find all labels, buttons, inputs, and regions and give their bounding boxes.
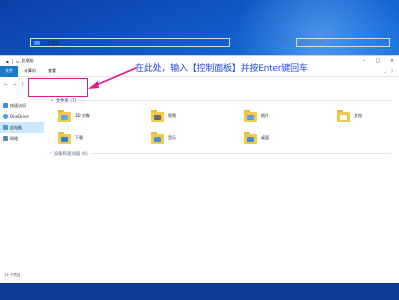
address-path: 此电脑 — [47, 39, 60, 45]
folder-item[interactable]: 桌面 — [244, 129, 337, 147]
folder-item[interactable]: 下载 — [58, 129, 151, 147]
group-divider — [78, 100, 391, 101]
quick-access-toolbar-icon[interactable]: ▪ — [6, 59, 9, 64]
tab-file[interactable]: 文件 — [0, 65, 18, 77]
folder-label: 下载 — [75, 135, 83, 140]
close-button[interactable]: × — [385, 56, 399, 66]
search-placeholder: 搜索"此电脑" — [304, 40, 326, 44]
folder-grid: 3D 对象 视频 图片 文档下载 音乐 桌面 — [44, 105, 399, 147]
sidebar-item-quick-access[interactable]: 快速访问 — [0, 100, 44, 111]
address-bar[interactable]: › 此电脑 — [30, 38, 230, 47]
sidebar-item-label: 此电脑 — [10, 124, 22, 130]
folder-label: 桌面 — [261, 135, 269, 140]
ribbon-expand-icon[interactable]: ⌄ — [384, 69, 387, 74]
instruction-annotation: 在此处，输入【控制面板】并按Enter键回车 — [135, 64, 308, 74]
folder-item[interactable]: 文档 — [337, 107, 399, 125]
download-icon — [58, 132, 71, 144]
folder-label: 3D 对象 — [75, 113, 90, 118]
group-title: 设备和驱动器 (6) — [53, 151, 88, 157]
music-icon — [151, 132, 164, 144]
tab-view[interactable]: 查看 — [42, 66, 62, 77]
video-icon — [151, 110, 164, 122]
pictures-icon — [244, 110, 257, 122]
folder-item[interactable]: 图片 — [244, 107, 337, 125]
sidebar-item-network[interactable]: 网络 — [0, 133, 44, 144]
sidebar-item-label: 网络 — [10, 135, 18, 141]
sidebar-item-label: 快速访问 — [10, 102, 26, 108]
folder-label: 视频 — [168, 113, 176, 118]
folder-label: 文档 — [354, 113, 362, 118]
address-highlight-box — [28, 78, 88, 97]
star-icon — [3, 103, 8, 108]
chevron-right-icon: › — [50, 151, 52, 156]
group-title: 文件夹 (7) — [55, 98, 77, 104]
up-icon[interactable]: ↑ — [20, 82, 24, 88]
annotation-arrow-icon — [88, 67, 137, 89]
sidebar-item-onedrive[interactable]: OneDrive — [0, 111, 44, 122]
window-controls: – □ × — [357, 56, 399, 66]
title-separator — [11, 58, 13, 64]
this-pc-icon — [34, 40, 40, 45]
folder-item[interactable]: 3D 对象 — [58, 107, 151, 125]
search-icon: ⚲ — [300, 40, 303, 45]
tab-computer[interactable]: 计算机 — [18, 66, 42, 77]
back-icon[interactable]: ← — [4, 82, 8, 88]
folder-label: 图片 — [261, 113, 269, 118]
window-title: 此电脑 — [21, 58, 34, 63]
forward-icon[interactable]: → — [12, 82, 16, 88]
folder-item[interactable]: 音乐 — [151, 129, 244, 147]
desktop-icon — [244, 132, 257, 144]
search-input[interactable]: ⚲ 搜索"此电脑" — [296, 38, 390, 47]
cloud-icon — [3, 114, 8, 119]
3d-objects-icon — [58, 110, 71, 122]
taskbar — [0, 283, 399, 300]
refresh-icon[interactable]: ↻ — [283, 39, 287, 45]
address-chevron-icon: › — [43, 40, 45, 45]
folder-item[interactable]: 视频 — [151, 107, 244, 125]
navigation-pane: 快速访问 OneDrive 此电脑 网络 — [0, 100, 44, 144]
chevron-down-icon: ⌄ — [50, 98, 54, 103]
devices-group-header[interactable]: › 设备和驱动器 (6) — [44, 149, 399, 158]
documents-icon — [337, 110, 350, 122]
sidebar-item-label: OneDrive — [10, 114, 29, 119]
minimize-button[interactable]: – — [357, 56, 371, 66]
folder-label: 音乐 — [168, 135, 176, 140]
folders-group-header[interactable]: ⌄ 文件夹 (7) — [44, 96, 399, 105]
pc-title-icon: ▭ — [15, 58, 20, 64]
help-icon[interactable]: ? — [391, 69, 393, 74]
network-icon — [3, 136, 8, 141]
group-divider — [89, 153, 391, 154]
maximize-button[interactable]: □ — [371, 56, 385, 66]
sidebar-item-this-pc[interactable]: 此电脑 — [0, 122, 44, 133]
computer-icon — [3, 125, 8, 130]
content-pane: ⌄ 文件夹 (7) 3D 对象 视频 图片 文档下载 音乐 桌面 › 设备和驱动器 (6) — [44, 96, 399, 158]
